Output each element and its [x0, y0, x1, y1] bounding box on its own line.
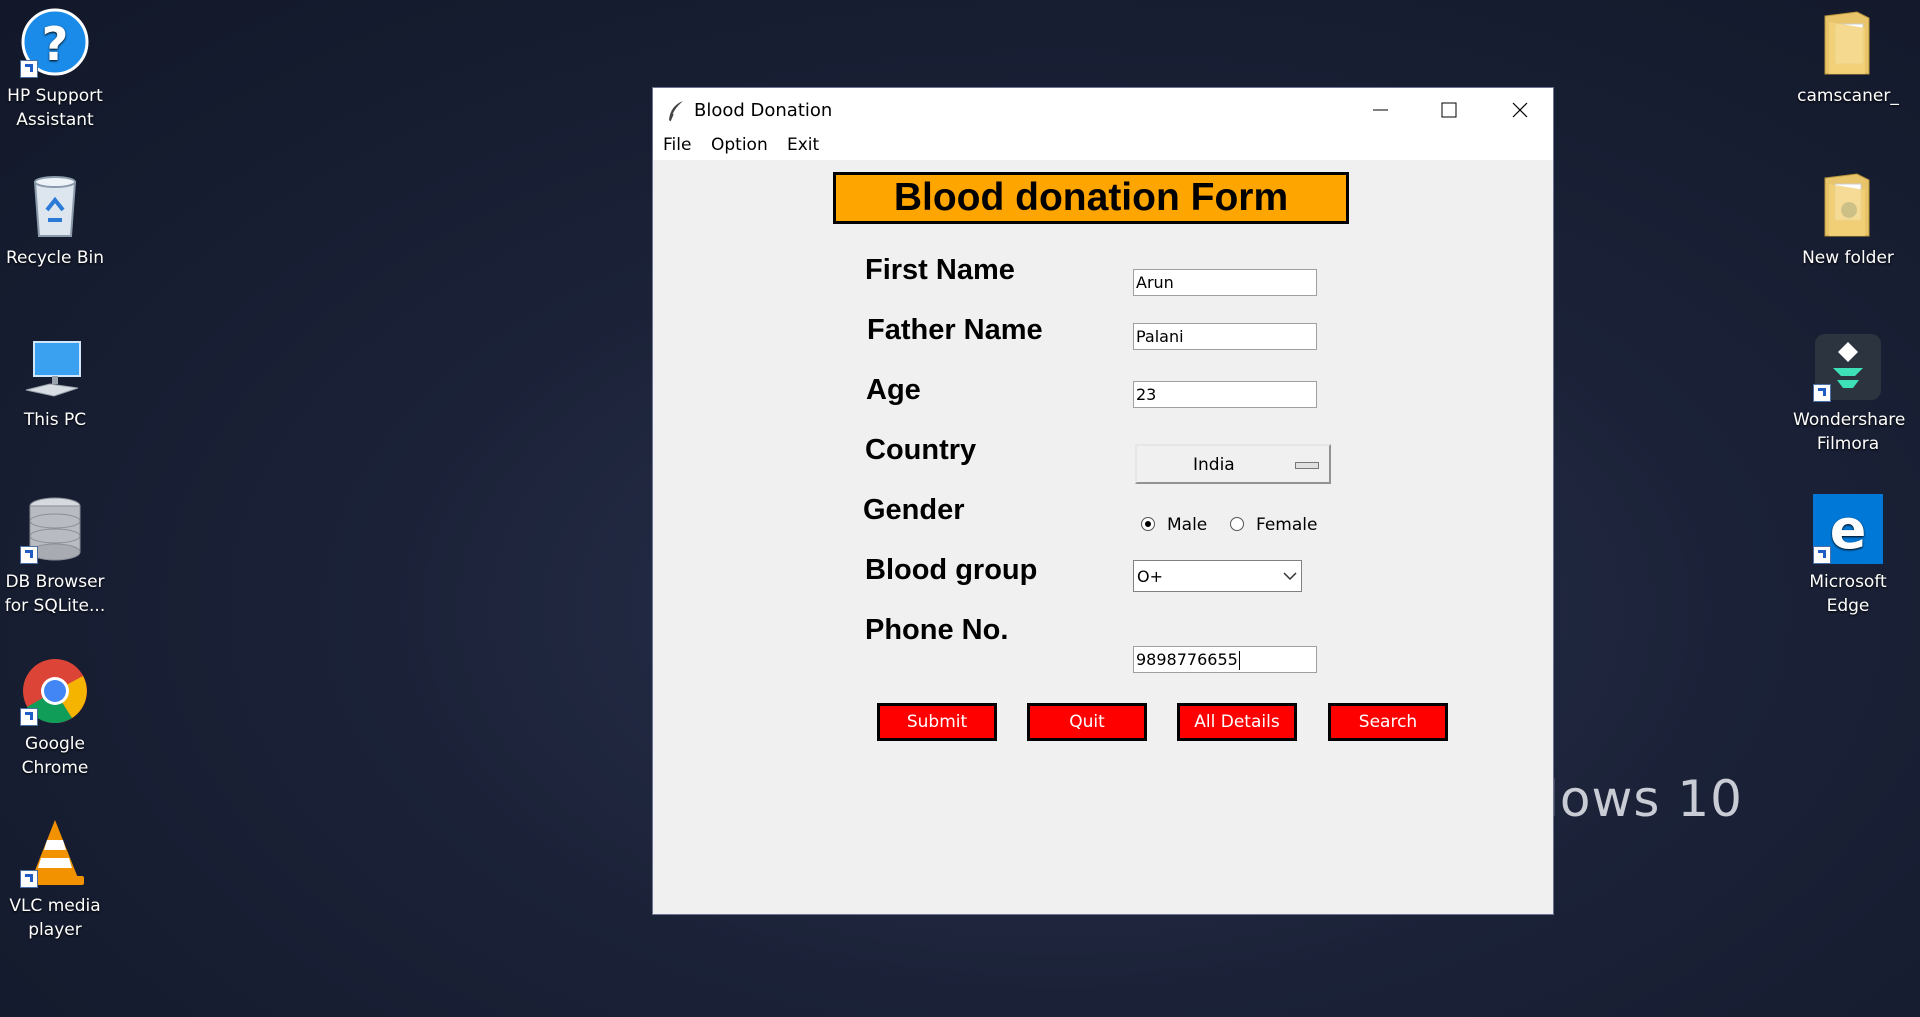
wallpaper-watermark: lows 10 — [1545, 770, 1743, 828]
father-name-input[interactable]: Palani — [1133, 323, 1317, 350]
all-details-button[interactable]: All Details — [1177, 703, 1297, 741]
folder-icon — [1813, 170, 1883, 240]
shortcut-arrow-icon — [1813, 546, 1831, 564]
desktop-icon-vlc[interactable]: VLC media player — [0, 818, 110, 942]
radio-label-male: Male — [1167, 515, 1208, 535]
maximize-button[interactable] — [1413, 88, 1483, 132]
form-title-banner: Blood donation Form — [833, 172, 1349, 224]
label-blood-group: Blood group — [865, 554, 1038, 586]
shortcut-arrow-icon — [20, 60, 38, 78]
recycle-bin-icon — [20, 170, 90, 240]
help-icon: ? — [20, 8, 90, 78]
age-input[interactable]: 23 — [1133, 381, 1317, 408]
desktop-icon-label: HP Support Assistant — [7, 86, 103, 130]
edge-icon: e — [1813, 494, 1883, 564]
label-age: Age — [866, 374, 921, 406]
radio-selected-icon — [1141, 517, 1155, 531]
svg-text:e: e — [1830, 498, 1867, 561]
quit-button[interactable]: Quit — [1027, 703, 1147, 741]
label-father-name: Father Name — [867, 314, 1043, 346]
menu-exit[interactable]: Exit — [787, 135, 819, 155]
feather-icon — [667, 100, 685, 127]
filmora-icon — [1813, 332, 1883, 402]
desktop-icon-recycle-bin[interactable]: Recycle Bin — [0, 170, 110, 270]
desktop-icon-new-folder[interactable]: New folder — [1793, 170, 1903, 270]
option-menu-indicator-icon — [1295, 462, 1319, 469]
menu-option[interactable]: Option — [711, 135, 768, 155]
close-button[interactable] — [1483, 88, 1553, 132]
desktop-icon-microsoft-edge[interactable]: e Microsoft Edge — [1793, 494, 1903, 618]
radio-unselected-icon — [1230, 517, 1244, 531]
radio-label-female: Female — [1256, 515, 1318, 535]
folder-icon — [1813, 8, 1883, 78]
desktop-icon-label: New folder — [1802, 248, 1894, 268]
chevron-down-icon[interactable] — [1279, 561, 1301, 591]
phone-value: 9898776655 — [1136, 650, 1238, 669]
desktop-icon-label: camscaner_ — [1797, 86, 1899, 106]
shortcut-arrow-icon — [20, 708, 38, 726]
country-value: India — [1193, 455, 1235, 475]
minimize-button[interactable] — [1343, 88, 1413, 132]
submit-button[interactable]: Submit — [877, 703, 997, 741]
phone-input[interactable]: 9898776655 — [1133, 646, 1317, 673]
svg-text:?: ? — [42, 17, 69, 71]
desktop-icon-label: Google Chrome — [21, 734, 89, 778]
vlc-icon — [20, 818, 90, 888]
label-country: Country — [865, 434, 977, 466]
desktop-icon-label: VLC media player — [9, 896, 101, 940]
desktop-icon-label: Microsoft Edge — [1809, 572, 1887, 616]
desktop-icon-label: Wondershare Filmora — [1793, 410, 1906, 454]
desktop-icon-this-pc[interactable]: This PC — [0, 332, 110, 432]
menu-file[interactable]: File — [663, 135, 691, 155]
label-first-name: First Name — [865, 254, 1015, 286]
blood-donation-window: Blood Donation File Option Exit Blood do… — [653, 88, 1553, 914]
title-bar[interactable]: Blood Donation — [653, 88, 1553, 132]
desktop-icon-filmora[interactable]: Wondershare Filmora — [1793, 332, 1906, 456]
shortcut-arrow-icon — [1813, 384, 1831, 402]
label-gender: Gender — [863, 494, 965, 526]
blood-group-combobox[interactable]: O+ — [1133, 560, 1302, 592]
desktop-icon-camscaner-folder[interactable]: camscaner_ — [1793, 8, 1903, 108]
desktop-icon-label: Recycle Bin — [5, 248, 104, 268]
label-phone: Phone No. — [865, 614, 1009, 646]
computer-icon — [20, 332, 90, 402]
first-name-input[interactable]: Arun — [1133, 269, 1317, 296]
country-option-menu[interactable]: India — [1135, 444, 1331, 484]
search-button[interactable]: Search — [1328, 703, 1448, 741]
desktop-icon-google-chrome[interactable]: Google Chrome — [0, 656, 110, 780]
window-title: Blood Donation — [694, 100, 833, 121]
chrome-icon — [20, 656, 90, 726]
desktop-icon-label: This PC — [23, 410, 87, 430]
form-area: Blood donation Form First Name Arun Fath… — [653, 160, 1553, 914]
shortcut-arrow-icon — [20, 546, 38, 564]
desktop-icon-hp-support[interactable]: ? HP Support Assistant — [0, 8, 110, 132]
text-cursor — [1238, 651, 1240, 670]
blood-group-value: O+ — [1137, 567, 1163, 586]
desktop-icon-db-browser[interactable]: DB Browser for SQLite... — [0, 494, 110, 618]
menu-bar: File Option Exit — [653, 132, 1553, 160]
shortcut-arrow-icon — [20, 870, 38, 888]
desktop-icon-label: DB Browser for SQLite... — [4, 572, 106, 616]
database-icon — [20, 494, 90, 564]
